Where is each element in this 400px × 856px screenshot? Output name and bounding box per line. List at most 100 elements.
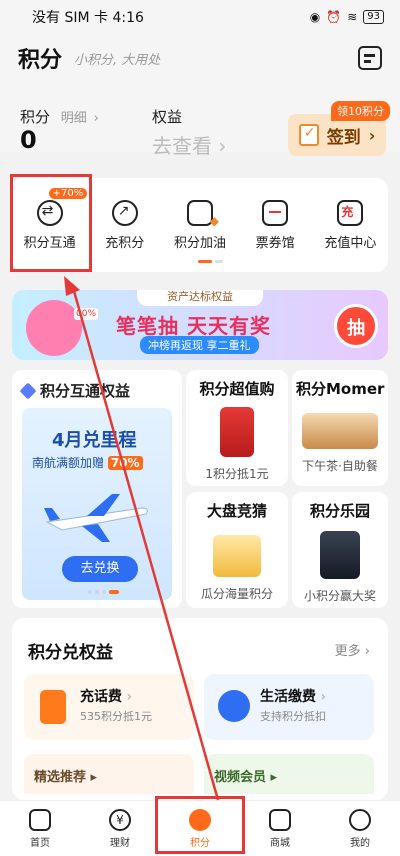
more-label: 更多 (334, 644, 361, 659)
charge-icon (111, 200, 138, 226)
tab-mall[interactable]: 商城 (250, 808, 310, 849)
tab-profile[interactable]: 我的 (330, 808, 390, 849)
fuel-icon (186, 200, 219, 228)
afternoon-tea-image (302, 413, 378, 449)
points-label: 积分 (20, 108, 51, 126)
mileage-promo[interactable]: 4月兑里程 南航满额加赠 70% 去兑换 (22, 408, 172, 600)
banner-subtitle: 冲榜再返现 享二重礼 (140, 336, 259, 354)
tab-label: 我的 (350, 837, 370, 849)
exchange-icon (36, 200, 63, 226)
section-title: 积分兑权益 (28, 643, 113, 663)
indicator-dot-active (109, 590, 119, 594)
promo-subtitle-text: 南航满额加赠 (32, 456, 105, 470)
shortcut-label: 充值中心 (324, 236, 377, 251)
tab-wealth[interactable]: ¥ 理财 (90, 808, 150, 849)
tile-title: 大盘竞猜 (206, 502, 267, 520)
draw-button[interactable]: 抽 (334, 304, 378, 348)
status-icons: ◉ ⏰ ≋ 93 (310, 10, 384, 24)
lightning-icon (218, 690, 250, 722)
profile-icon (349, 808, 371, 831)
banner-title: 笔笔抽 天天有奖 (116, 314, 271, 338)
shortcut-fuel[interactable]: 积分加油 (165, 200, 235, 251)
rights-label: 权益 (152, 108, 183, 126)
indicator-dot (88, 590, 92, 594)
phone-image (320, 531, 360, 579)
more-link[interactable]: 更多 › (335, 640, 370, 659)
phone-bill-card[interactable]: 充话费 › 535积分抵1元 (24, 674, 194, 740)
tab-label: 积分 (190, 837, 210, 849)
points-summary: 积分 明细 › 0 权益 去查看 › 签到 › 领10积分 (0, 82, 400, 158)
tab-points[interactable]: 积分 (170, 808, 230, 849)
exchange-rights-header: 积分互通权益 (12, 370, 182, 401)
chevron-right-icon: › (122, 689, 133, 705)
promo-indicator (88, 590, 119, 594)
promo-banner[interactable]: 资产达标权益 笔笔抽 天天有奖 冲榜再返现 享二重礼 抽 (12, 290, 388, 360)
chevron-right-icon: › (212, 134, 227, 158)
battery-icon: 93 (363, 10, 384, 24)
tab-label: 首页 (30, 837, 50, 849)
indicator-dot (95, 590, 99, 594)
rights-value: 去查看 (152, 134, 212, 158)
redeem-button[interactable]: 去兑换 (62, 556, 138, 582)
card-desc: 535积分抵1元 (80, 710, 152, 723)
tile-subtitle: 1积分抵1元 (205, 467, 269, 481)
points-icon (189, 808, 211, 831)
chevron-right-icon: › (360, 644, 370, 659)
featured-recommend[interactable]: 精选推荐 ▸ (24, 754, 194, 794)
indicator-dot-active (198, 260, 212, 263)
checkin-label: 签到 (326, 127, 361, 148)
eye-icon: ◉ (309, 10, 321, 24)
featured-label: 精选推荐 (34, 770, 87, 785)
shortcut-ticket-hall[interactable]: 票券馆 (240, 200, 310, 251)
menu-icon[interactable] (358, 46, 382, 70)
rights-link[interactable]: 去查看 › (152, 130, 226, 159)
shortcut-label: 票券馆 (255, 236, 295, 251)
page-slogan: 小积分, 大用处 (74, 52, 161, 68)
indicator-dot (215, 260, 223, 263)
utility-bill-card[interactable]: 生活缴费 › 支持积分抵扣 (204, 674, 374, 740)
shortcut-recharge-center[interactable]: 充值中心 (315, 200, 385, 251)
tab-home[interactable]: 首页 (10, 808, 70, 849)
banner-tag: 资产达标权益 (137, 290, 263, 306)
bottom-tabbar: 首页 ¥ 理财 积分 商城 我的 (0, 800, 400, 856)
shortcut-badge: +70% (48, 188, 88, 199)
chevron-right-icon: › (316, 689, 327, 705)
promo-badge: 70% (107, 456, 143, 470)
card-name: 生活缴费 › (260, 686, 326, 706)
points-detail-link[interactable]: 明细 (61, 111, 87, 126)
diamond-icon (19, 382, 37, 399)
points-value: 0 (20, 126, 37, 154)
points-label-group[interactable]: 积分 明细 › (20, 106, 99, 127)
checkin-button[interactable]: 签到 › 领10积分 (288, 101, 390, 156)
mall-icon (269, 808, 291, 831)
shortcut-charge-points[interactable]: 充积分 (90, 200, 160, 251)
recharge-icon (337, 200, 364, 226)
points-exchange-section: 积分兑权益 更多 › 充话费 › 535积分抵1元 生活缴费 › 支持积分抵扣 … (12, 618, 388, 800)
video-membership[interactable]: 视频会员 ▸ (204, 754, 374, 794)
page-title: 积分 (18, 48, 63, 73)
card-name: 充话费 › (80, 686, 132, 706)
tile-market-guess[interactable]: 大盘竞猜 瓜分海量积分 (186, 492, 288, 608)
tab-label: 商城 (270, 837, 290, 849)
tile-value-buy[interactable]: 积分超值购 1积分抵1元 (186, 370, 288, 486)
checkin-badge: 领10积分 (331, 101, 390, 121)
promo-subtitle: 南航满额加赠 70% (32, 454, 143, 471)
shortcut-label: 积分互通 (23, 236, 76, 251)
card-name-text: 充话费 (80, 689, 122, 705)
video-label: 视频会员 (214, 770, 267, 785)
wealth-icon: ¥ (109, 808, 131, 831)
mascot-image (26, 300, 99, 356)
tab-label: 理财 (110, 837, 130, 849)
wifi-icon: ≋ (347, 10, 358, 24)
exchange-rights-card[interactable]: 积分互通权益 4月兑里程 南航满额加赠 70% 去兑换 (12, 370, 182, 608)
indicator-dot (102, 590, 106, 594)
calendar-icon (298, 124, 319, 146)
shortcut-points-exchange[interactable]: +70% 积分互通 (15, 188, 88, 251)
tile-points-park[interactable]: 积分乐园 小积分赢大奖 (292, 492, 388, 608)
tile-subtitle: 瓜分海量积分 (200, 587, 273, 601)
tile-subtitle: 小积分赢大奖 (303, 589, 376, 603)
feature-grid: 积分互通权益 4月兑里程 南航满额加赠 70% 去兑换 积分超值购 1积分抵1元… (12, 370, 388, 608)
carrier-time: 没有 SIM 卡 4:16 (32, 10, 144, 26)
tile-points-moment[interactable]: 积分Momer 下午茶·自助餐 (292, 370, 388, 486)
chevron-right-icon: › (93, 111, 99, 126)
